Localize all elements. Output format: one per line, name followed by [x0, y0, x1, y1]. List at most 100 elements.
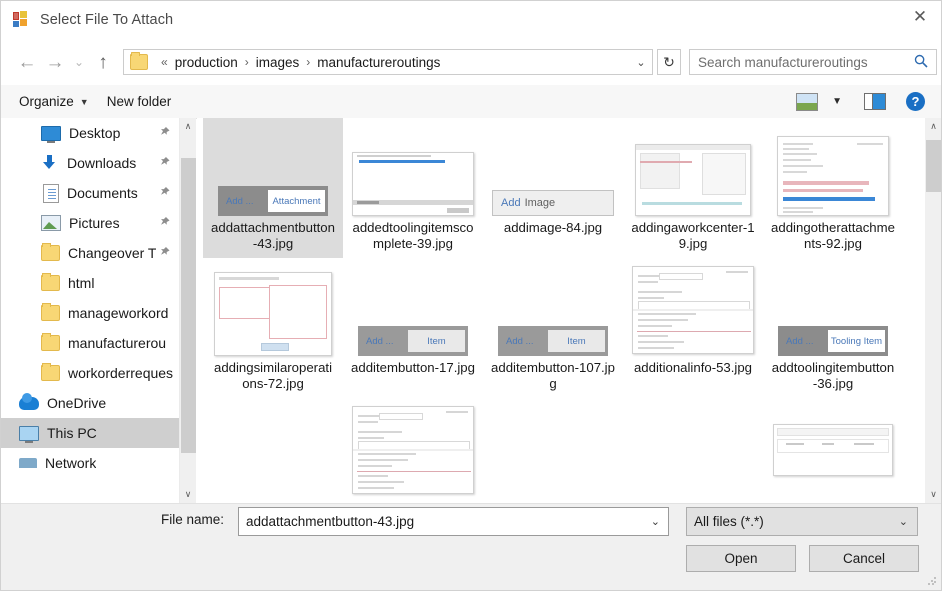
file-name: addtoolingitembutton-36.jpg: [771, 360, 895, 391]
sidebar-item-label: manufacturerou: [68, 335, 167, 351]
thumbnail-text-left: Add: [501, 197, 521, 209]
file-type-select[interactable]: All files (*.*) ⌄: [686, 507, 918, 536]
pin-icon[interactable]: [155, 184, 173, 202]
sidebar-item-manufacturerou[interactable]: manufacturerou: [1, 328, 179, 358]
thumbnail-text-left: Add ...: [366, 335, 394, 347]
search-icon: [914, 54, 928, 71]
file-item[interactable]: addedtoolingitemscomplete-39.jpg: [343, 118, 483, 258]
file-item[interactable]: additionalinfo-53.jpg: [623, 258, 763, 398]
file-item[interactable]: addingaworkcenter-19.jpg: [623, 118, 763, 258]
scroll-down-icon[interactable]: ∨: [180, 486, 196, 503]
thumbnail-window: [773, 424, 893, 476]
sidebar-scroll-thumb[interactable]: [181, 158, 196, 453]
chevron-down-icon[interactable]: ⌄: [651, 515, 660, 528]
file-item[interactable]: Add Image addimage-84.jpg: [483, 118, 623, 258]
sidebar-item-this-pc[interactable]: This PC: [1, 418, 179, 448]
refresh-button[interactable]: ↻: [657, 49, 681, 75]
close-icon[interactable]: ✕: [897, 1, 941, 32]
sidebar-item-downloads[interactable]: Downloads: [1, 148, 179, 178]
preview-pane-icon[interactable]: [864, 93, 886, 110]
breadcrumb-item-1[interactable]: images: [255, 55, 301, 70]
network-icon: [19, 458, 37, 468]
folder-icon: [41, 363, 60, 381]
chevron-down-icon[interactable]: ▼: [832, 96, 842, 107]
pin-icon[interactable]: [155, 214, 173, 232]
thumbnail: [212, 404, 334, 496]
sidebar-item-network[interactable]: Network: [1, 448, 179, 478]
file-item[interactable]: addingsimilaroperations-72.jpg: [203, 258, 343, 398]
visual-studio-icon: [13, 11, 30, 28]
file-list[interactable]: Add ... Attachment addattachmentbutton-43.…: [197, 118, 925, 503]
scroll-up-icon[interactable]: ∧: [180, 118, 196, 135]
file-item[interactable]: Add ... Item additembutton-107.jpg: [483, 258, 623, 398]
folder-icon: [130, 52, 148, 70]
sidebar-item-label: Desktop: [69, 125, 121, 141]
desktop-icon: [41, 125, 61, 143]
thumbnail: Add ... Item: [492, 264, 614, 356]
file-name: addedtoolingitemscomplete-39.jpg: [352, 220, 474, 251]
thumbnail: Add Image: [492, 124, 614, 216]
file-row: addingsimilaroperations-72.jpg Add ... Ite…: [197, 258, 925, 398]
breadcrumb-item-0[interactable]: production: [174, 55, 239, 70]
thumbnail-text-right: Image: [524, 197, 556, 209]
resize-grip[interactable]: [927, 576, 937, 586]
recent-locations-button[interactable]: ⌄: [69, 48, 89, 76]
pin-icon[interactable]: [155, 124, 173, 142]
file-item[interactable]: Add ... Attachment addattachmentbutton-43.…: [203, 118, 343, 258]
breadcrumb-item-2[interactable]: manufactureroutings: [316, 55, 441, 70]
pin-icon[interactable]: [155, 154, 173, 172]
folder-icon: [41, 333, 60, 351]
scroll-down-icon[interactable]: ∨: [925, 486, 941, 503]
sidebar-item-onedrive[interactable]: OneDrive: [1, 388, 179, 418]
file-type-value: All files (*.*): [694, 514, 764, 529]
sidebar-item-html[interactable]: html: [1, 268, 179, 298]
file-item-partial[interactable]: [623, 398, 763, 503]
chevron-down-icon: ▼: [79, 96, 89, 107]
pin-icon[interactable]: [155, 244, 173, 262]
file-item-partial[interactable]: [343, 398, 483, 503]
sidebar-item-documents[interactable]: Documents: [1, 178, 179, 208]
forward-button[interactable]: →: [41, 48, 69, 76]
thumbnail: [632, 264, 754, 356]
file-name-value: addattachmentbutton-43.jpg: [246, 514, 415, 529]
sidebar-item-label: OneDrive: [47, 395, 107, 411]
picture-view-icon[interactable]: [796, 92, 819, 111]
file-name-label: File name:: [161, 512, 225, 527]
breadcrumb-overflow[interactable]: «: [161, 55, 168, 69]
help-icon[interactable]: ?: [906, 92, 925, 111]
file-item[interactable]: Add ... Item additembutton-17.jpg: [343, 258, 483, 398]
file-item[interactable]: addingotherattachments-92.jpg: [763, 118, 903, 258]
file-name-input[interactable]: addattachmentbutton-43.jpg ⌄: [238, 507, 669, 536]
thumbnail: [492, 404, 614, 496]
file-row: Add ... Attachment addattachmentbutton-43.…: [197, 118, 925, 258]
file-item[interactable]: Add ... Tooling Item addtoolingitembutton-…: [763, 258, 903, 398]
new-folder-button[interactable]: New folder: [107, 94, 172, 109]
thumbnail-text-left: Add ...: [226, 195, 254, 207]
up-button[interactable]: ↑: [89, 48, 117, 76]
back-button[interactable]: ←: [13, 48, 41, 76]
sidebar-item-changeover-t[interactable]: Changeover T: [1, 238, 179, 268]
scroll-up-icon[interactable]: ∧: [925, 118, 941, 135]
sidebar-item-desktop[interactable]: Desktop: [1, 118, 179, 148]
chevron-down-icon[interactable]: ⌄: [899, 515, 908, 528]
file-item-partial[interactable]: [483, 398, 623, 503]
chevron-down-icon[interactable]: ⌄: [630, 56, 652, 69]
open-button[interactable]: Open: [686, 545, 796, 572]
thumbnail-add-button: Add ... Attachment: [218, 186, 328, 216]
sidebar-item-manageworkord[interactable]: manageworkord: [1, 298, 179, 328]
file-list-scroll-thumb[interactable]: [926, 140, 941, 192]
sidebar-item-pictures[interactable]: Pictures: [1, 208, 179, 238]
breadcrumb[interactable]: « production › images › manufacturerouti…: [123, 49, 653, 75]
command-bar-right: ▼ ?: [796, 92, 925, 111]
organize-button[interactable]: Organize ▼: [19, 94, 89, 109]
file-list-scrollbar[interactable]: ∧ ∨: [925, 118, 941, 503]
file-item-partial[interactable]: [763, 398, 903, 503]
navigation-bar: ← → ⌄ ↑ « production › images › manufact…: [1, 42, 941, 82]
thumbnail-add-button: Add ... Item: [358, 326, 468, 356]
sidebar-item-workorderreques[interactable]: workorderreques: [1, 358, 179, 388]
file-name: additembutton-17.jpg: [351, 360, 475, 375]
search-input[interactable]: Search manufactureroutings: [689, 49, 937, 75]
cancel-button[interactable]: Cancel: [809, 545, 919, 572]
sidebar-scrollbar[interactable]: ∧ ∨: [179, 118, 196, 503]
file-item-partial[interactable]: [203, 398, 343, 503]
